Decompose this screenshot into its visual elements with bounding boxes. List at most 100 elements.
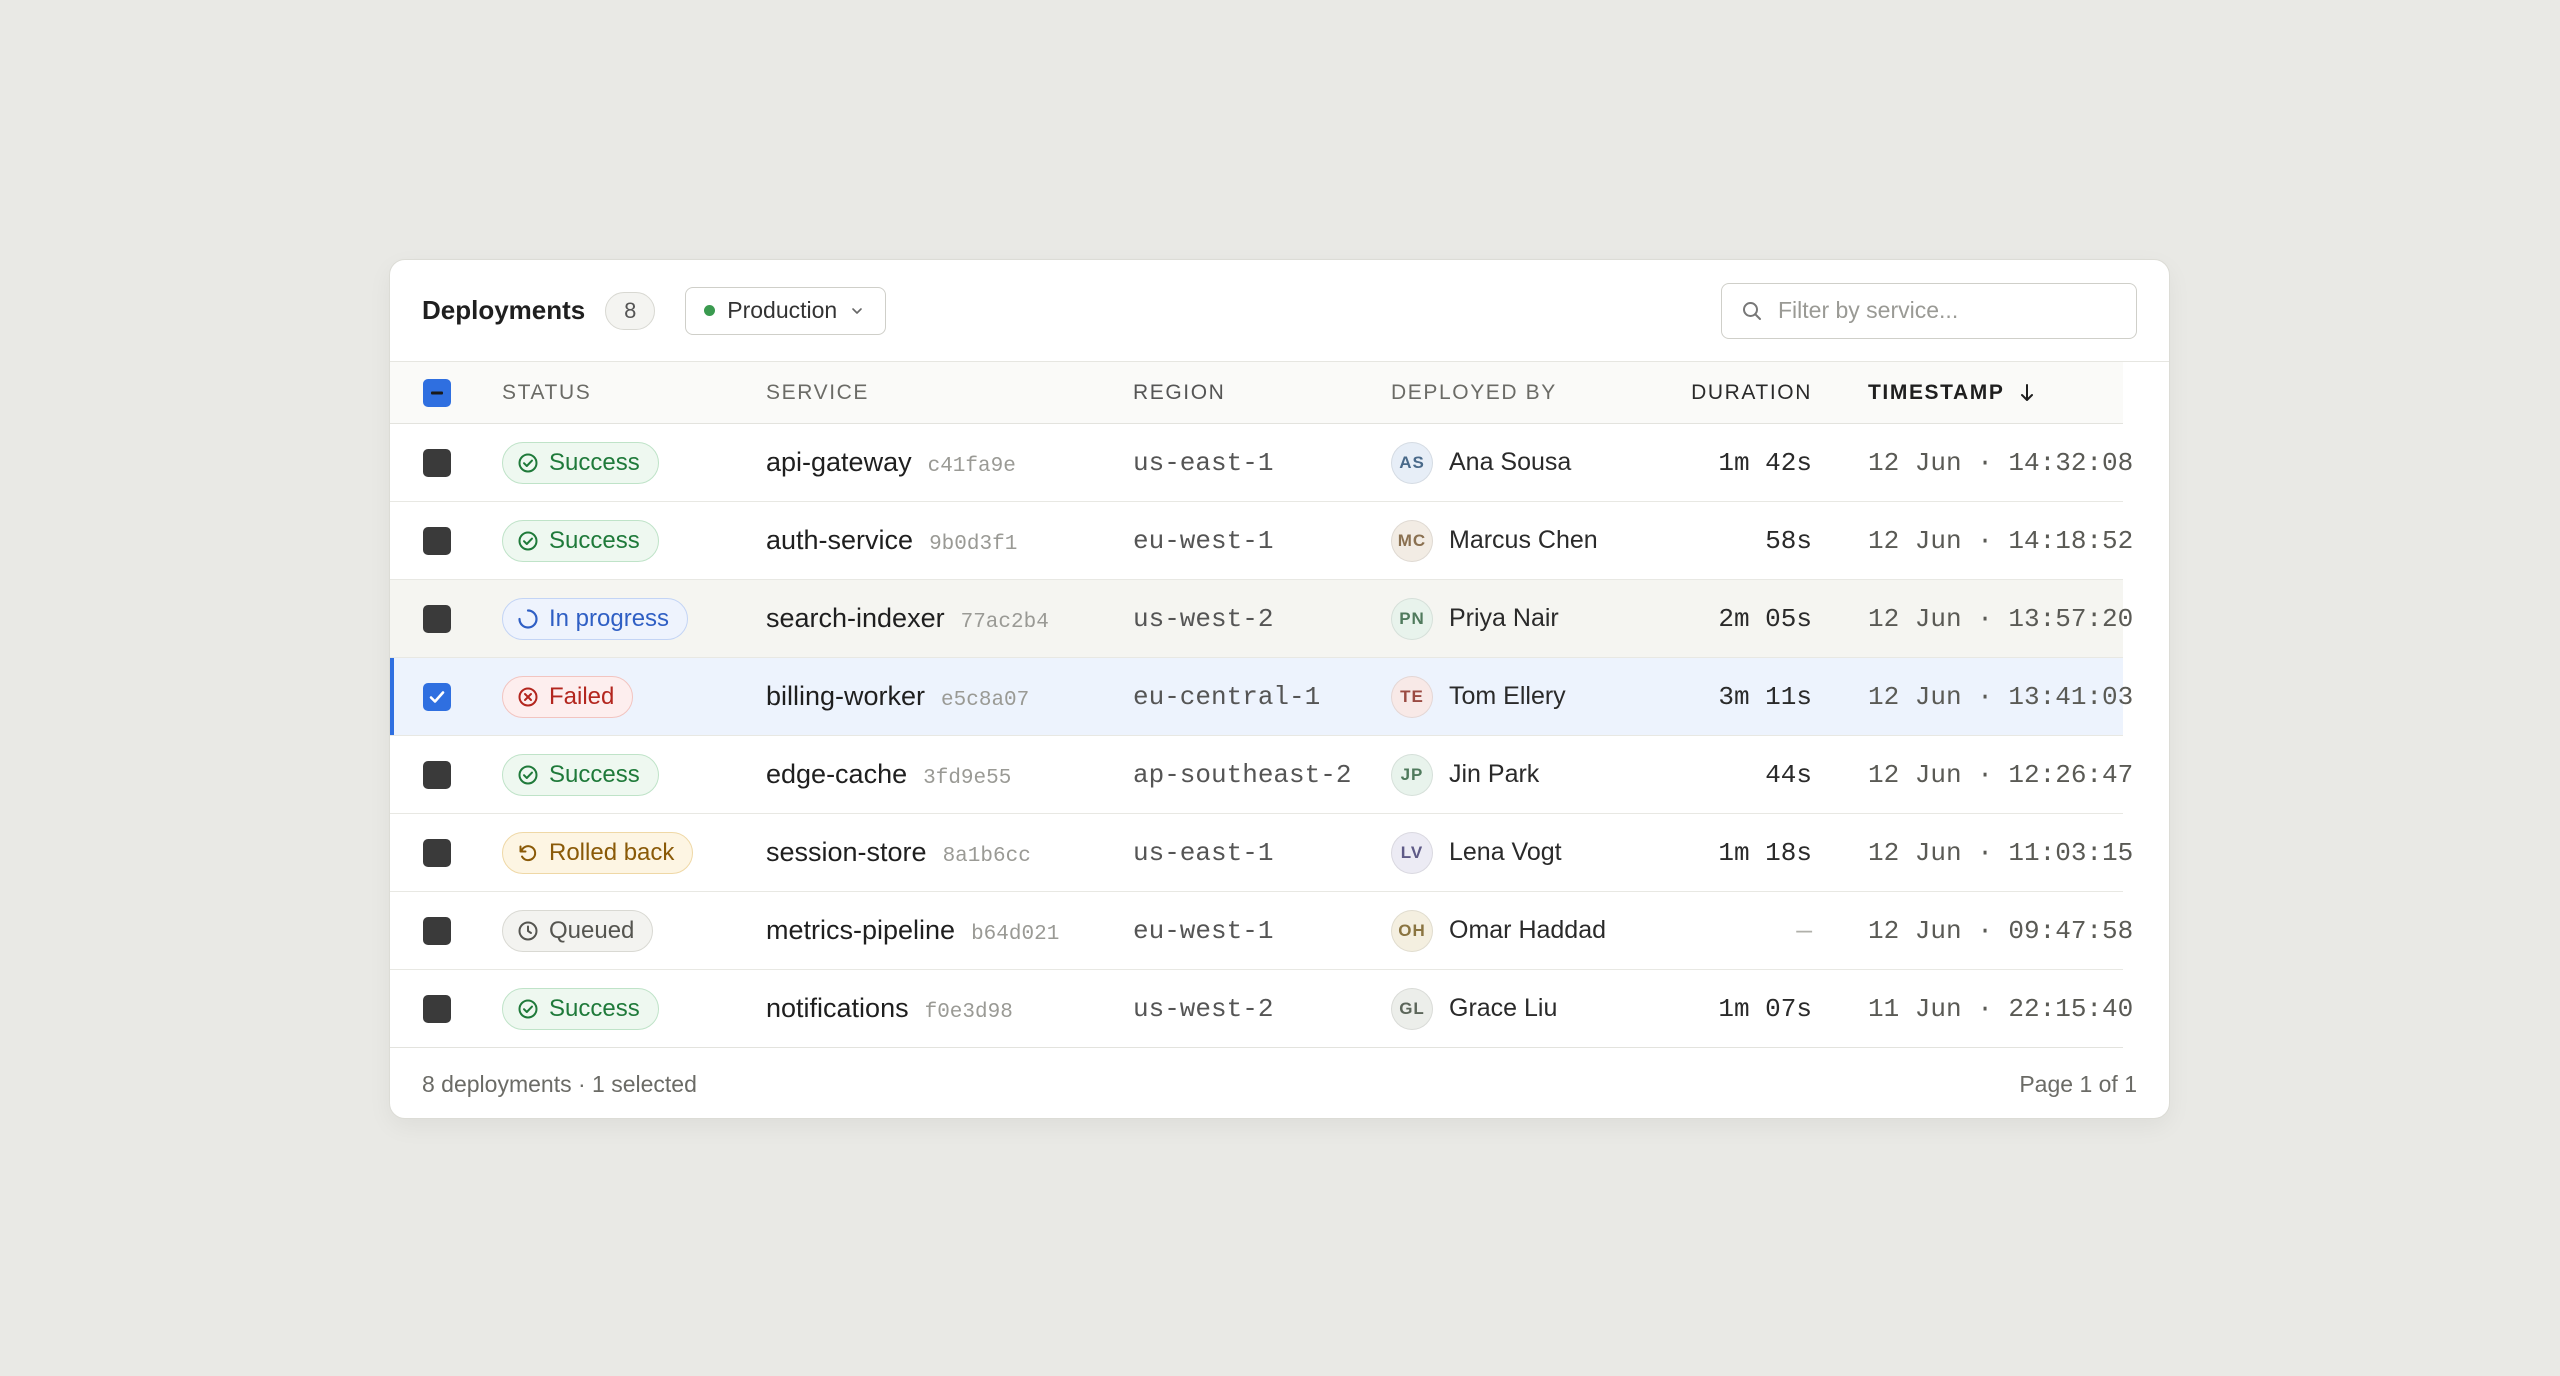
page-title: Deployments xyxy=(422,295,586,325)
row-checkbox[interactable] xyxy=(423,604,451,633)
table-row[interactable]: In progress search-indexer 77ac2b4 us-west-… xyxy=(390,580,2133,658)
service-cell: notifications f0e3d98 xyxy=(766,993,1133,1024)
commit-hash: 3fd9e55 xyxy=(923,767,1012,790)
avatar: GL xyxy=(1391,987,1433,1030)
select-all-checkbox[interactable] xyxy=(423,378,451,407)
service-name[interactable]: search-indexer xyxy=(766,603,945,634)
status-label: Success xyxy=(549,760,640,788)
row-checkbox[interactable] xyxy=(423,838,451,867)
row-checkbox[interactable] xyxy=(423,682,451,711)
table-row[interactable]: Success api-gateway c41fa9e us-east-1 AS Ana … xyxy=(390,424,2133,502)
avatar: JP xyxy=(1391,753,1433,796)
commit-hash: 8a1b6cc xyxy=(942,845,1031,868)
deployer-name: Ana Sousa xyxy=(1449,448,1572,476)
avatar: AS xyxy=(1391,441,1433,484)
row-checkbox[interactable] xyxy=(423,448,451,477)
check-circle-icon xyxy=(517,530,539,552)
commit-hash: c41fa9e xyxy=(927,455,1016,478)
table-header-row: STATUS SERVICE REGION DEPLOYED BY DURATI… xyxy=(390,362,2123,424)
duration-cell: 1m 42s xyxy=(1718,447,1812,478)
status-label: Rolled back xyxy=(549,838,675,866)
status-label: Success xyxy=(549,994,640,1022)
avatar: MC xyxy=(1391,519,1433,562)
column-header-status[interactable]: STATUS xyxy=(502,381,766,405)
timestamp-cell: 12 Jun · 12:26:47 xyxy=(1868,759,2134,790)
column-header-service[interactable]: SERVICE xyxy=(766,381,1133,405)
clock-icon xyxy=(517,920,539,942)
service-name[interactable]: session-store xyxy=(766,837,927,868)
region-cell: us-west-2 xyxy=(1133,993,1274,1024)
check-circle-icon xyxy=(517,998,539,1020)
deployer-name: Grace Liu xyxy=(1449,994,1558,1022)
row-select-cell xyxy=(390,916,502,945)
row-checkbox[interactable] xyxy=(423,916,451,945)
status-cell: In progress xyxy=(502,597,766,640)
table-row[interactable]: Success edge-cache 3fd9e55 ap-southeast-2 JP… xyxy=(390,736,2134,814)
region-cell: us-west-2 xyxy=(1133,603,1274,634)
region-cell: eu-central-1 xyxy=(1133,681,1321,712)
row-select-cell xyxy=(390,682,502,711)
row-select-cell xyxy=(390,838,502,867)
avatar: PN xyxy=(1391,597,1433,640)
search-box[interactable] xyxy=(1721,282,2137,339)
service-name[interactable]: auth-service xyxy=(766,525,913,556)
service-name[interactable]: edge-cache xyxy=(766,759,907,790)
row-select-cell xyxy=(390,760,502,789)
table-row[interactable]: Queued metrics-pipeline b64d021 eu-west-1 OH… xyxy=(390,892,2133,970)
deployer-name: Tom Ellery xyxy=(1449,682,1566,710)
service-cell: api-gateway c41fa9e xyxy=(766,447,1133,478)
deployments-card: Deployments 8 Production STATUS SERVICE … xyxy=(389,259,2170,1119)
commit-hash: e5c8a07 xyxy=(941,689,1030,712)
column-header-duration[interactable]: DURATION xyxy=(1670,381,1812,405)
check-circle-icon xyxy=(517,452,539,474)
region-cell: eu-west-1 xyxy=(1133,915,1274,946)
timestamp-cell: 11 Jun · 22:15:40 xyxy=(1868,993,2134,1024)
table-row[interactable]: Rolled back session-store 8a1b6cc us-east-1… xyxy=(390,814,2133,892)
column-header-timestamp-label: TIMESTAMP xyxy=(1868,380,2005,404)
deployed-by-cell: LV Lena Vogt xyxy=(1391,831,1670,874)
service-name[interactable]: api-gateway xyxy=(766,447,912,478)
deployer-name: Omar Haddad xyxy=(1449,916,1607,944)
status-badge: Success xyxy=(502,441,659,484)
status-badge: Failed xyxy=(502,675,634,718)
row-checkbox[interactable] xyxy=(423,994,451,1023)
row-checkbox[interactable] xyxy=(423,760,451,789)
region-cell: eu-west-1 xyxy=(1133,525,1274,556)
rotate-ccw-icon xyxy=(517,842,539,864)
table-row[interactable]: Success notifications f0e3d98 us-west-2 GL Gr… xyxy=(390,970,2134,1048)
minus-icon xyxy=(431,391,443,394)
service-cell: edge-cache 3fd9e55 xyxy=(766,759,1133,790)
service-name[interactable]: notifications xyxy=(766,993,909,1024)
selection-summary: 8 deployments · 1 selected xyxy=(422,1070,697,1097)
status-badge: Success xyxy=(502,519,659,562)
timestamp-cell: 12 Jun · 14:18:52 xyxy=(1868,525,2134,556)
service-cell: metrics-pipeline b64d021 xyxy=(766,915,1133,946)
environment-select[interactable]: Production xyxy=(685,286,887,335)
search-input[interactable] xyxy=(1778,297,2118,324)
table-row[interactable]: Failed billing-worker e5c8a07 eu-central-1 T… xyxy=(390,658,2133,736)
row-checkbox[interactable] xyxy=(423,526,451,555)
card-header: Deployments 8 Production xyxy=(390,260,2169,362)
status-cell: Failed xyxy=(502,675,766,718)
status-label: Success xyxy=(549,526,640,554)
service-name[interactable]: billing-worker xyxy=(766,681,925,712)
service-name[interactable]: metrics-pipeline xyxy=(766,915,955,946)
column-header-deployed-by[interactable]: DEPLOYED BY xyxy=(1391,381,1670,405)
column-header-timestamp[interactable]: TIMESTAMP xyxy=(1812,381,2123,405)
check-icon xyxy=(429,690,445,703)
table-row[interactable]: Success auth-service 9b0d3f1 eu-west-1 MC Mar… xyxy=(390,502,2134,580)
commit-hash: 9b0d3f1 xyxy=(929,533,1018,556)
column-header-region[interactable]: REGION xyxy=(1133,381,1391,405)
deployer-name: Jin Park xyxy=(1449,760,1540,788)
deployed-by-cell: TE Tom Ellery xyxy=(1391,675,1670,718)
commit-hash: 77ac2b4 xyxy=(960,611,1049,634)
deployer-name: Priya Nair xyxy=(1449,604,1559,632)
status-cell: Success xyxy=(502,519,766,562)
region-cell: us-east-1 xyxy=(1133,837,1274,868)
status-badge: In progress xyxy=(502,597,689,640)
region-cell: us-east-1 xyxy=(1133,447,1274,478)
status-badge: Rolled back xyxy=(502,831,694,874)
row-select-cell xyxy=(390,526,502,555)
search-icon xyxy=(1743,301,1761,320)
avatar: OH xyxy=(1391,909,1433,952)
